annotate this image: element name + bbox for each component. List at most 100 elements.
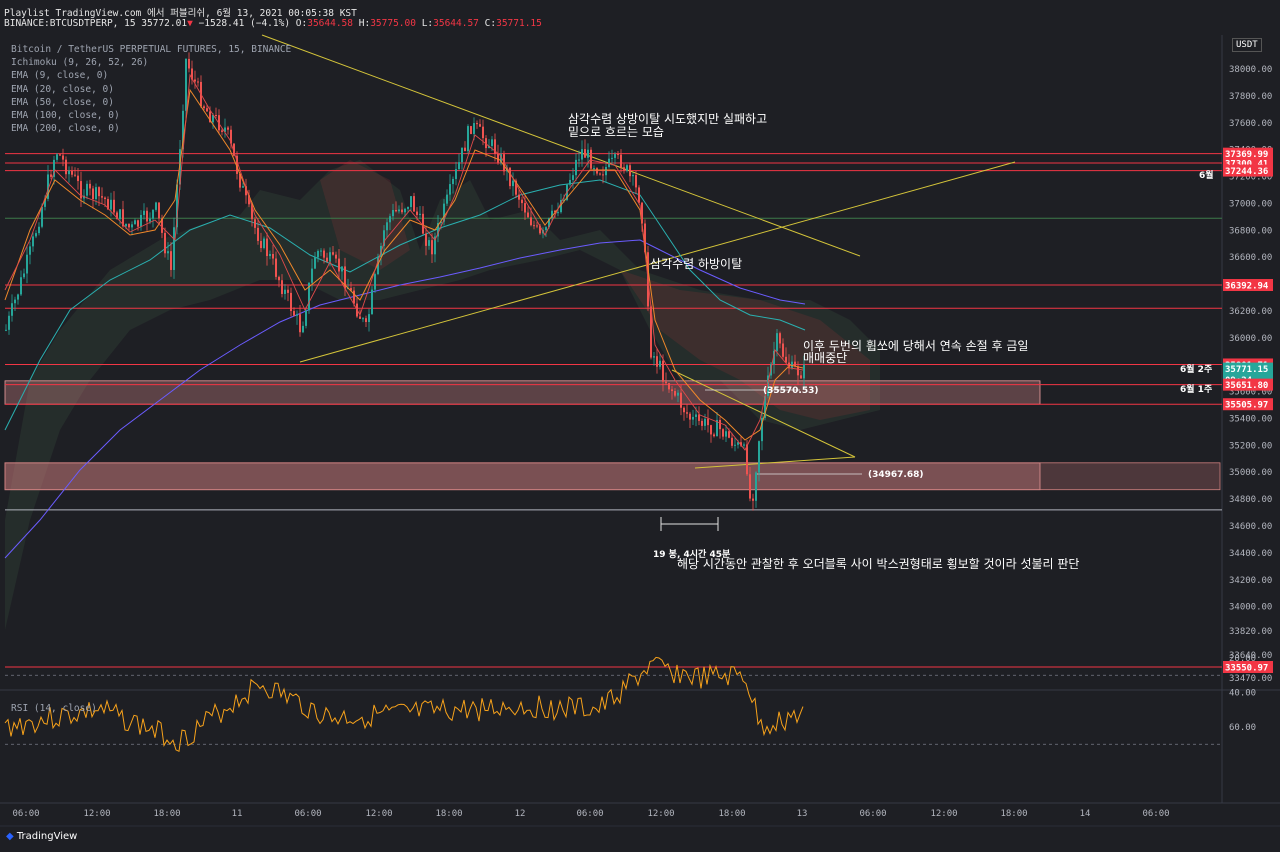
candle-body [779, 333, 781, 344]
candle-body [557, 212, 559, 214]
label-level-a: (35570.53) [763, 386, 819, 396]
x-tick-label: 06:00 [12, 809, 39, 819]
candle-body [32, 236, 34, 247]
x-tick-label: 06:00 [576, 809, 603, 819]
candle-body [374, 274, 376, 290]
candle-body [707, 418, 709, 426]
candle-body [281, 280, 283, 294]
candle-body [14, 299, 16, 304]
legend-ichimoku[interactable]: Ichimoku (9, 26, 52, 26) [11, 56, 291, 69]
candle-body [578, 159, 580, 161]
y-tick-label: 36200.00 [1229, 307, 1272, 317]
candle-body [272, 253, 274, 259]
label-june-week1: 6월 1주 [1180, 385, 1213, 395]
candle-body [512, 180, 514, 187]
candle-body [734, 444, 736, 446]
candle-body [323, 250, 325, 258]
legend-ema50[interactable]: EMA (50, close, 0) [11, 96, 291, 109]
candle-body [698, 414, 700, 421]
candle-body [470, 126, 472, 134]
candle-body [110, 199, 112, 210]
candle-body [752, 498, 754, 501]
candle-body [155, 202, 157, 210]
x-tick-label: 18:00 [435, 809, 462, 819]
candle-body [152, 209, 154, 219]
label-level-b: (34967.68) [868, 470, 924, 480]
candle-body [416, 211, 418, 215]
candle-body [713, 434, 715, 437]
y-tick-label: 34200.00 [1229, 576, 1272, 586]
candle-body [137, 220, 139, 227]
candle-body [17, 294, 19, 300]
tradingview-logo[interactable]: ◆ TradingView [6, 831, 77, 842]
candle-body [629, 165, 631, 177]
candle-body [476, 123, 478, 125]
candle-body [41, 206, 43, 227]
candle-body [113, 199, 115, 213]
candle-body [11, 303, 13, 316]
currency-badge[interactable]: USDT [1232, 38, 1262, 52]
y-tick-label: 35200.00 [1229, 441, 1272, 451]
x-tick-label: 12:00 [365, 809, 392, 819]
candle-body [413, 196, 415, 212]
candle-body [56, 154, 58, 160]
candle-body [146, 210, 148, 222]
legend-ema9[interactable]: EMA (9, close, 0) [11, 69, 291, 82]
candle-body [509, 167, 511, 187]
candle-body [689, 413, 691, 420]
candle-body [50, 174, 52, 177]
y-tick-label: 35000.00 [1229, 468, 1272, 478]
candle-body [530, 217, 532, 226]
legend-ema100[interactable]: EMA (100, close, 0) [11, 109, 291, 122]
candle-body [692, 416, 694, 420]
candle-body [131, 224, 133, 228]
candle-body [5, 329, 7, 331]
candle-body [695, 414, 697, 417]
candle-body [719, 419, 721, 430]
candle-body [290, 292, 292, 312]
y-tick-label: 37800.00 [1229, 92, 1272, 102]
label-june-week2: 6월 2주 [1180, 365, 1213, 375]
candle-body [20, 277, 22, 295]
candle-body [38, 226, 40, 234]
candle-body [701, 420, 703, 426]
rsi-tick-label: 40.00 [1229, 689, 1256, 699]
candle-body [467, 126, 469, 152]
candle-body [572, 175, 574, 180]
candle-body [389, 216, 391, 223]
candle-body [89, 183, 91, 189]
candle-body [524, 203, 526, 213]
order-block-zone-lower [4, 462, 1221, 491]
candle-body [626, 165, 628, 171]
candle-body [140, 214, 142, 227]
candle-body [335, 254, 337, 259]
candle-body [521, 199, 523, 204]
candle-body [605, 166, 607, 176]
candle-body [119, 209, 121, 220]
candle-body [68, 170, 70, 175]
x-tick-label: 18:00 [718, 809, 745, 819]
candle-body [35, 233, 37, 237]
legend-ema200[interactable]: EMA (200, close, 0) [11, 122, 291, 135]
y-tick-label: 37600.00 [1229, 119, 1272, 129]
candle-body [275, 258, 277, 277]
legend-symbol[interactable]: Bitcoin / TetherUS PERPETUAL FUTURES, 15… [11, 43, 291, 56]
candle-body [422, 213, 424, 234]
candle-body [497, 153, 499, 163]
candle-body [473, 123, 475, 134]
candle-body [164, 232, 166, 254]
x-tick-label: 06:00 [1142, 809, 1169, 819]
candle-body [368, 314, 370, 323]
candle-body [635, 175, 637, 188]
annotation-triangle-break: 삼각수렴 하방이탈 [650, 257, 743, 271]
candle-body [722, 429, 724, 437]
legend-ema20[interactable]: EMA (20, close, 0) [11, 83, 291, 96]
x-tick-label: 14 [1080, 809, 1091, 819]
candle-body [620, 154, 622, 168]
candle-body [533, 225, 535, 227]
candle-body [728, 431, 730, 438]
candle-body [71, 170, 73, 175]
candle-body [803, 364, 805, 379]
candle-body [359, 316, 361, 319]
rsi-tick-label: 60.00 [1229, 723, 1256, 733]
